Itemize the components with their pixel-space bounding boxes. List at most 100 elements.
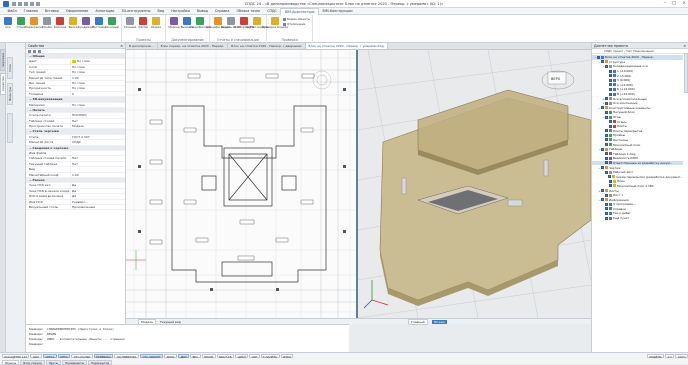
- property-value[interactable]: 1.00: [70, 172, 125, 177]
- property-value[interactable]: [70, 167, 125, 172]
- panel-pin-icon[interactable]: ×: [683, 43, 686, 48]
- ribbon-small-button[interactable]: Отключение: [283, 22, 310, 26]
- status-toggle[interactable]: СЕТКА: [42, 353, 57, 359]
- sub-tab-layers[interactable]: Слои: [7, 57, 13, 79]
- status-indicator[interactable]: 1:1: [664, 353, 675, 359]
- visibility-checkbox[interactable]: [605, 161, 608, 165]
- visibility-checkbox[interactable]: [605, 152, 608, 156]
- menu-item[interactable]: Файл: [4, 8, 20, 15]
- drawing-viewport-2d[interactable]: [126, 50, 358, 318]
- visibility-checkbox[interactable]: [605, 138, 608, 142]
- status-toggle[interactable]: ИЗОЛ: [280, 353, 294, 359]
- ribbon-small-button[interactable]: Видим объекты: [283, 17, 310, 21]
- status-toggle[interactable]: ЦИКЛ: [235, 353, 249, 359]
- property-value[interactable]: [70, 151, 125, 156]
- property-row[interactable]: Визуальный стиль Произвольные: [26, 204, 125, 211]
- model-viewport-3d[interactable]: ВЕРХ: [358, 50, 591, 318]
- visibility-checkbox[interactable]: [609, 184, 612, 188]
- property-value[interactable]: По слою: [70, 70, 125, 75]
- menu-item[interactable]: BIM-Архитектура: [280, 7, 319, 15]
- visibility-checkbox[interactable]: [605, 211, 608, 215]
- document-tab[interactable]: Блок на отметке 2020 - Перекр. с умерами…: [305, 43, 388, 49]
- layout-tab[interactable]: Текущий вид: [160, 320, 181, 324]
- visibility-checkbox[interactable]: [605, 207, 608, 211]
- property-value[interactable]: Нет: [70, 118, 125, 124]
- visibility-checkbox[interactable]: [601, 147, 604, 151]
- visibility-checkbox[interactable]: [605, 133, 608, 137]
- property-value[interactable]: Нет: [70, 156, 125, 161]
- property-value[interactable]: Да: [70, 188, 125, 194]
- property-value[interactable]: Да: [70, 194, 125, 199]
- property-value[interactable]: ПОСЛОЮ: [70, 113, 125, 118]
- document-tab[interactable]: Блок перекр. на отметке 2020 - Перекр.: [158, 43, 229, 49]
- property-value[interactable]: По слою: [70, 80, 125, 86]
- visibility-checkbox[interactable]: [601, 60, 604, 64]
- menu-item[interactable]: Справка: [211, 8, 233, 15]
- property-value[interactable]: Модель: [70, 124, 125, 129]
- property-value[interactable]: Нет: [70, 161, 125, 167]
- sub-tab-filters[interactable]: Фильтры: [7, 83, 13, 105]
- visibility-checkbox[interactable]: [605, 129, 608, 133]
- viewport-tab[interactable]: Главный: [408, 318, 428, 325]
- menu-item[interactable]: Главная: [20, 8, 41, 15]
- visibility-checkbox[interactable]: [609, 69, 612, 73]
- visibility-checkbox[interactable]: [605, 64, 608, 68]
- status-toggle[interactable]: ПРОЗР: [201, 353, 216, 359]
- minimize-icon[interactable]: –: [664, 1, 666, 6]
- status-toggle[interactable]: 3D-ПРИВЯЗКА: [114, 353, 139, 359]
- visibility-checkbox[interactable]: [609, 124, 612, 128]
- visibility-checkbox[interactable]: [605, 101, 608, 105]
- sub-tab-extra[interactable]: [7, 113, 13, 143]
- visibility-checkbox[interactable]: [605, 156, 608, 160]
- visibility-checkbox[interactable]: [605, 202, 608, 206]
- visibility-checkbox[interactable]: [605, 143, 608, 147]
- property-value[interactable]: По слою: [70, 86, 125, 91]
- visibility-checkbox[interactable]: [609, 74, 612, 78]
- property-value[interactable]: 1.00: [70, 75, 125, 80]
- quick-select-icon[interactable]: [33, 50, 36, 53]
- visibility-checkbox[interactable]: [601, 166, 604, 170]
- status-toggle[interactable]: ОТС-ОБЪЕКТ: [139, 353, 164, 359]
- visibility-checkbox[interactable]: [601, 106, 604, 110]
- visibility-checkbox[interactable]: [609, 179, 612, 183]
- status-toggle[interactable]: ВЕС: [190, 353, 201, 359]
- tree-node[interactable]: Ещё пункт: [592, 216, 683, 221]
- status-toggle[interactable]: ШАГ: [30, 353, 42, 359]
- status-toggle[interactable]: ОТС-ПОЛЯР: [71, 353, 93, 359]
- visibility-checkbox[interactable]: [605, 193, 608, 197]
- visibility-checkbox[interactable]: [609, 92, 612, 96]
- visibility-checkbox[interactable]: [605, 170, 608, 174]
- visibility-checkbox[interactable]: [601, 189, 604, 193]
- visibility-checkbox[interactable]: [601, 198, 604, 202]
- property-value[interactable]: СПДС: [70, 140, 125, 145]
- maximize-icon[interactable]: □: [672, 1, 676, 6]
- property-value[interactable]: Да: [70, 183, 125, 188]
- layout-tab[interactable]: Модель: [138, 318, 157, 325]
- select-icon[interactable]: [28, 50, 31, 53]
- visibility-checkbox[interactable]: [609, 120, 612, 124]
- property-value[interactable]: По слою: [70, 64, 125, 70]
- command-line[interactable]: Команда: _CHANGEPROPERTIES (Недоступно в…: [26, 324, 349, 352]
- status-indicator[interactable]: 100%: [675, 353, 688, 359]
- visibility-checkbox[interactable]: [605, 110, 608, 114]
- status-toggle[interactable]: СКР: [249, 353, 260, 359]
- status-indicator[interactable]: МОДЕЛЬ: [646, 353, 664, 359]
- menu-item[interactable]: BIM-Конструкции: [319, 8, 356, 15]
- status-toggle[interactable]: ОРТО: [57, 353, 71, 359]
- status-toggle[interactable]: ДПСК: [164, 353, 177, 359]
- right-dock-tab[interactable]: [684, 53, 688, 93]
- menu-item[interactable]: Облака точек: [233, 8, 264, 15]
- status-toggle[interactable]: PACLOJETHE 123: [2, 353, 30, 359]
- viewport-tab[interactable]: 3D-вид: [431, 319, 447, 324]
- property-value[interactable]: 0: [70, 91, 125, 97]
- status-toggle[interactable]: Т-ПАНЕЛЬ: [260, 353, 280, 359]
- visibility-checkbox[interactable]: [605, 115, 608, 119]
- visibility-checkbox[interactable]: [609, 87, 612, 91]
- filter-icon[interactable]: [38, 50, 41, 53]
- close-icon[interactable]: ×: [682, 1, 686, 6]
- visibility-checkbox[interactable]: [605, 216, 608, 220]
- panel-close-icon[interactable]: ×: [120, 43, 123, 48]
- menu-item[interactable]: 3D-инструменты: [118, 8, 154, 15]
- document-tab[interactable]: Блок на отметке 2020 - Перекр. с дверным…: [228, 43, 306, 49]
- visibility-checkbox[interactable]: [609, 83, 612, 87]
